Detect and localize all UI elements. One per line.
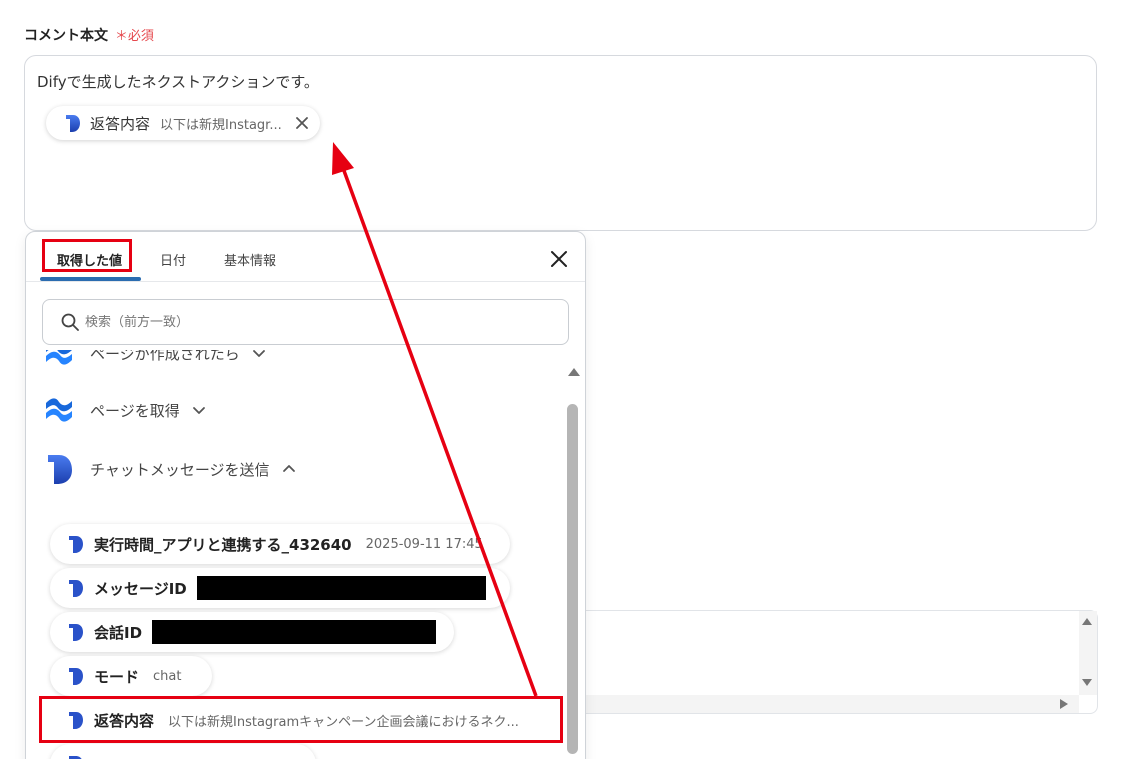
chip-name: 返答内容 <box>90 114 151 133</box>
chevron-down-icon <box>192 407 205 414</box>
redacted-value <box>152 620 437 644</box>
comment-editor[interactable]: Difyで生成したネクストアクションです。 返答内容 以下は新規Instagr.… <box>24 55 1097 231</box>
item-name: 実行時間_アプリと連携する_432640 <box>94 535 352 554</box>
background-vertical-scrollbar[interactable] <box>1079 611 1097 695</box>
tab-active-indicator <box>40 277 141 281</box>
required-mark: ＊ <box>114 29 128 44</box>
group-send-chat-message[interactable]: チャットメッセージを送信 <box>44 453 296 485</box>
value-item-partial[interactable] <box>50 744 316 759</box>
item-name: 会話ID <box>94 623 143 642</box>
value-item-conversation-id[interactable]: 会話ID <box>50 612 454 652</box>
confluence-icon <box>46 398 72 422</box>
chip-remove-icon[interactable] <box>294 115 310 131</box>
group-page-created[interactable]: ページが作成されたら <box>44 350 266 368</box>
tab-basic-info[interactable]: 基本情報 <box>224 250 276 269</box>
background-textarea[interactable] <box>582 610 1098 714</box>
scroll-up-icon[interactable] <box>1082 618 1092 625</box>
field-label: コメント本文 ＊必須 <box>24 25 154 45</box>
redacted-value <box>196 576 486 600</box>
search-input[interactable] <box>85 314 505 330</box>
screen: コメント本文 ＊必須 Difyで生成したネクストアクションです。 返答内容 以下… <box>0 0 1130 759</box>
value-item-mode[interactable]: モード chat <box>50 656 212 696</box>
item-value: chat <box>153 668 182 684</box>
scroll-right-icon[interactable] <box>1060 699 1068 709</box>
item-name: メッセージID <box>94 579 187 598</box>
field-label-text: コメント本文 <box>24 28 108 44</box>
item-name: モード <box>94 667 140 686</box>
dify-icon <box>48 455 72 484</box>
required-text: 必須 <box>127 29 154 44</box>
search-field[interactable] <box>42 299 569 345</box>
dify-icon <box>69 755 82 759</box>
highlight-box-tab <box>42 239 132 272</box>
variable-chip[interactable]: 返答内容 以下は新規Instagr... <box>46 106 320 140</box>
group-label: ページを取得 <box>90 401 180 420</box>
dify-icon <box>69 667 83 685</box>
dify-icon <box>69 535 83 553</box>
scrollbar-thumb[interactable] <box>567 404 578 754</box>
group-get-page[interactable]: ページを取得 <box>44 395 206 425</box>
dify-icon <box>69 623 83 641</box>
value-item-message-id[interactable]: メッセージID <box>50 568 510 608</box>
panel-scrollbar[interactable] <box>566 362 580 759</box>
chevron-down-icon <box>252 350 265 357</box>
comment-text: Difyで生成したネクストアクションです。 <box>37 73 319 91</box>
required-indicator: ＊必須 <box>115 29 154 44</box>
tab-date[interactable]: 日付 <box>160 250 186 269</box>
scroll-up-icon[interactable] <box>568 368 580 376</box>
group-label: チャットメッセージを送信 <box>90 460 270 479</box>
chevron-up-icon <box>282 465 295 472</box>
group-label: ページが作成されたら <box>90 350 240 363</box>
scroll-down-icon[interactable] <box>1082 679 1092 686</box>
value-picker-panel: 取得した値 日付 基本情報 ページが作成されたら <box>25 231 586 759</box>
close-icon[interactable] <box>549 249 569 269</box>
background-horizontal-scrollbar[interactable] <box>582 695 1079 713</box>
dify-icon <box>69 579 83 597</box>
value-item-execution-time[interactable]: 実行時間_アプリと連携する_432640 2025-09-11 17:45 <box>50 524 510 564</box>
item-value: 2025-09-11 17:45 <box>365 536 483 552</box>
chip-value: 以下は新規Instagr... <box>160 117 282 133</box>
dify-icon <box>66 114 80 132</box>
confluence-icon <box>46 350 72 365</box>
highlight-box-item <box>39 696 563 743</box>
search-icon <box>61 313 79 331</box>
